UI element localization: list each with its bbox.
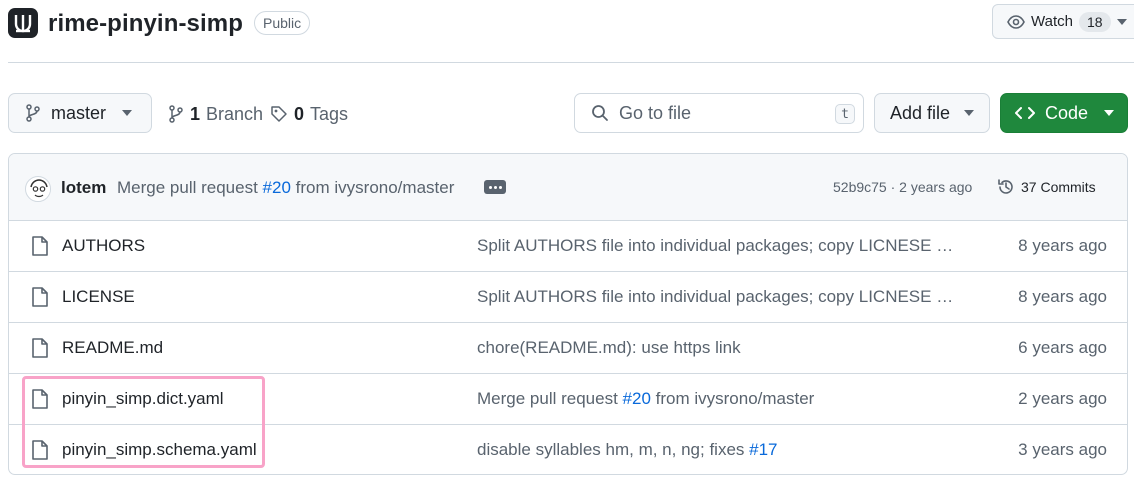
file-row-1[interactable]: LICENSE Split AUTHORS file into individu…	[9, 272, 1127, 323]
visibility-badge: Public	[254, 11, 311, 35]
file-commit-time: 3 years ago	[1018, 440, 1107, 459]
git-branch-icon	[26, 104, 40, 122]
file-row-2[interactable]: README.md chore(README.md): use https li…	[9, 323, 1127, 374]
file-name[interactable]: pinyin_simp.dict.yaml	[62, 389, 224, 409]
code-icon	[1015, 107, 1035, 119]
commit-author[interactable]: lotem	[61, 178, 106, 198]
code-label: Code	[1045, 102, 1089, 123]
file-name[interactable]: pinyin_simp.schema.yaml	[62, 440, 257, 460]
keyboard-shortcut-hint: t	[835, 104, 855, 124]
code-button[interactable]: Code	[1000, 93, 1128, 133]
repo-name[interactable]: rime-pinyin-simp	[48, 8, 243, 40]
repo-owner-logo[interactable]	[8, 8, 38, 38]
tag-icon	[271, 106, 287, 122]
file-row-4[interactable]: pinyin_simp.schema.yaml disable syllable…	[9, 425, 1127, 474]
issue-link[interactable]: #20	[623, 389, 651, 408]
file-commit-message[interactable]: Split AUTHORS file into individual packa…	[477, 287, 957, 307]
file-name[interactable]: AUTHORS	[62, 236, 145, 256]
chevron-down-icon	[122, 110, 133, 116]
pull-request-link[interactable]: #20	[263, 178, 291, 197]
add-file-label: Add file	[890, 102, 951, 123]
avatar[interactable]	[25, 176, 51, 202]
file-commit-time: 8 years ago	[1018, 287, 1107, 306]
file-row-3[interactable]: pinyin_simp.dict.yaml Merge pull request…	[9, 374, 1127, 425]
file-row-0[interactable]: AUTHORS Split AUTHORS file into individu…	[9, 221, 1127, 272]
file-icon	[32, 389, 48, 409]
file-commit-time: 2 years ago	[1018, 389, 1107, 408]
file-name[interactable]: LICENSE	[62, 287, 135, 307]
search-icon	[592, 105, 608, 121]
add-file-button[interactable]: Add file	[874, 93, 990, 133]
file-commit-time: 8 years ago	[1018, 236, 1107, 255]
file-commit-message[interactable]: Merge pull request #20 from ivysrono/mas…	[477, 389, 957, 409]
commit-message-prefix: Merge pull request	[117, 178, 258, 197]
tags-word: Tags	[310, 103, 349, 124]
go-to-file-input[interactable]: Go to file t	[574, 93, 864, 133]
chevron-down-icon	[1104, 110, 1115, 116]
file-icon	[32, 338, 48, 358]
file-table: lotem Merge pull request #20 from ivysro…	[8, 153, 1128, 475]
expand-commit-message-button[interactable]	[484, 180, 506, 194]
file-icon	[32, 287, 48, 307]
issue-link[interactable]: #17	[749, 440, 777, 459]
tags-link[interactable]: 0 Tags	[270, 100, 348, 128]
branch-count: 1	[190, 103, 201, 124]
go-to-file-placeholder: Go to file	[619, 102, 692, 123]
file-icon	[32, 440, 48, 460]
file-commit-message[interactable]: chore(README.md): use https link	[477, 338, 957, 358]
file-commit-message[interactable]: disable syllables hm, m, n, ng; fixes #1…	[477, 440, 957, 460]
file-name[interactable]: README.md	[62, 338, 163, 358]
chevron-down-icon	[964, 110, 975, 116]
tags-count: 0	[294, 103, 305, 124]
commits-history-link[interactable]: 37 Commits	[997, 176, 1096, 198]
branch-label: master	[51, 102, 107, 123]
watch-button[interactable]: Watch 18	[992, 4, 1134, 39]
chevron-down-icon	[1116, 18, 1127, 25]
watch-count: 18	[1078, 11, 1111, 32]
file-commit-time: 6 years ago	[1018, 338, 1107, 357]
latest-commit-bar: lotem Merge pull request #20 from ivysro…	[9, 154, 1127, 221]
file-commit-message[interactable]: Split AUTHORS file into individual packa…	[477, 236, 957, 256]
branch-word: Branch	[206, 103, 264, 124]
commits-count-label: 37 Commits	[1021, 179, 1096, 195]
history-icon	[998, 179, 1013, 194]
header-divider	[8, 62, 1134, 63]
eye-icon	[1007, 14, 1025, 29]
watch-label: Watch	[1031, 13, 1073, 30]
commit-sha-and-time[interactable]: 52b9c75 · 2 years ago	[833, 179, 972, 195]
commit-message[interactable]: Merge pull request #20 from ivysrono/mas…	[117, 178, 454, 198]
commit-message-suffix: from ivysrono/master	[295, 178, 455, 197]
branches-link[interactable]: 1 Branch	[168, 100, 263, 128]
avatar-face-icon	[27, 178, 50, 201]
file-icon	[32, 236, 48, 256]
rime-logo-icon	[14, 15, 32, 33]
branch-select-button[interactable]: master	[8, 93, 152, 133]
git-branch-icon	[169, 105, 183, 123]
